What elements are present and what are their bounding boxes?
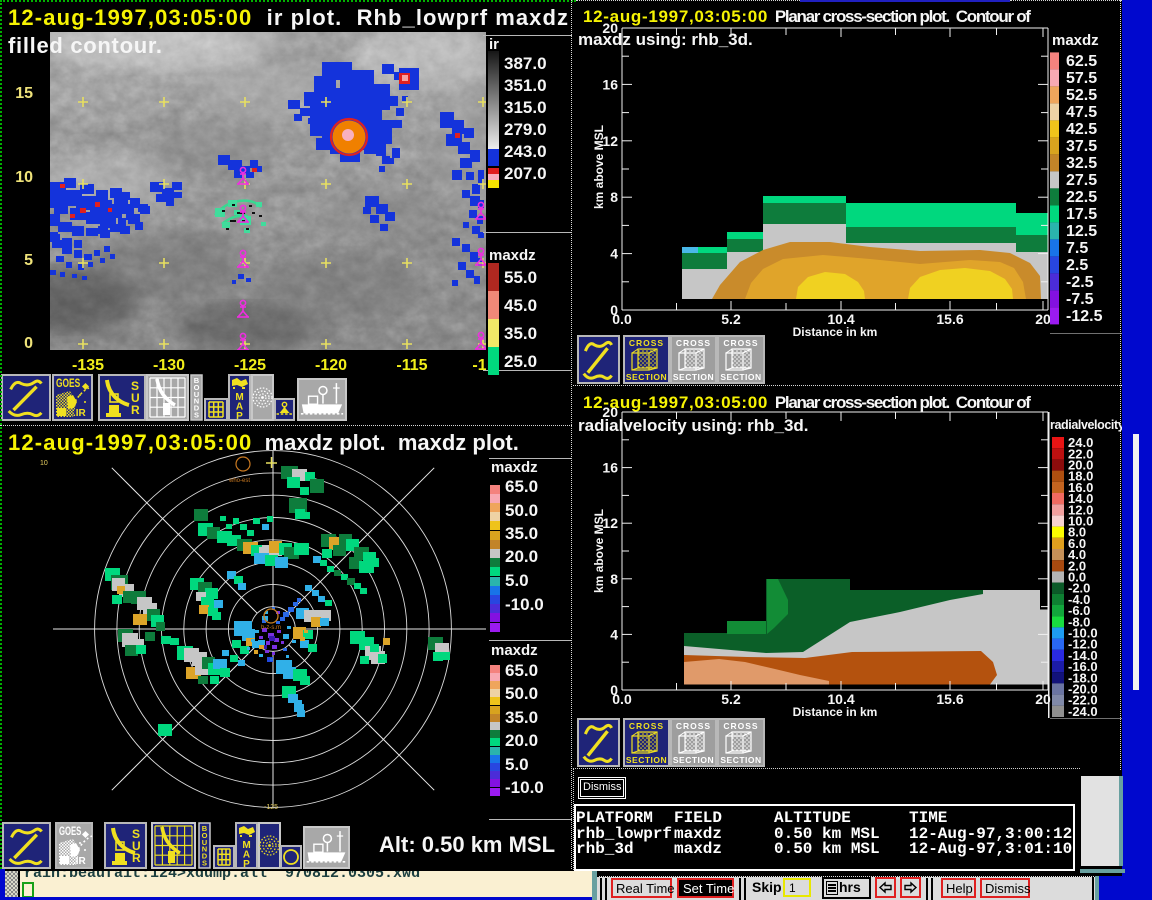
svg-text:57.5: 57.5 bbox=[1066, 70, 1097, 87]
svg-text:Distance in km: Distance in km bbox=[793, 325, 878, 339]
svg-text:-125: -125 bbox=[264, 804, 278, 811]
svg-text:CROSS: CROSS bbox=[629, 338, 664, 348]
svg-text:8: 8 bbox=[610, 571, 618, 587]
svg-text:CROSS: CROSS bbox=[676, 721, 711, 731]
svg-text:R: R bbox=[132, 851, 141, 865]
svg-text:CROSS: CROSS bbox=[676, 338, 711, 348]
svg-text:S: S bbox=[194, 411, 199, 420]
svg-text:SECTION: SECTION bbox=[673, 755, 714, 765]
svg-text:.IR: .IR bbox=[73, 856, 87, 867]
svg-text:4: 4 bbox=[610, 246, 618, 262]
svg-text:radialvelocity: radialvelocity bbox=[1050, 418, 1122, 432]
svg-text:42.5: 42.5 bbox=[1066, 121, 1097, 138]
svg-text:SECTION: SECTION bbox=[720, 755, 761, 765]
svg-text:km above MSL: km above MSL bbox=[592, 125, 606, 209]
svg-text:4: 4 bbox=[610, 626, 618, 642]
svg-text:maxdz: maxdz bbox=[1052, 32, 1099, 49]
svg-text:who-est: who-est bbox=[228, 478, 250, 484]
svg-text:SECTION: SECTION bbox=[720, 372, 761, 382]
svg-text:5.2: 5.2 bbox=[721, 311, 741, 327]
svg-text:-7.5: -7.5 bbox=[1066, 291, 1094, 308]
svg-text:7.5: 7.5 bbox=[1066, 240, 1088, 257]
svg-text:P: P bbox=[236, 411, 243, 422]
svg-text:27.5: 27.5 bbox=[1066, 172, 1097, 189]
svg-text:GOES: GOES bbox=[56, 376, 80, 390]
svg-text:16: 16 bbox=[602, 460, 618, 476]
svg-text:0.0: 0.0 bbox=[612, 691, 632, 707]
svg-text:SECTION: SECTION bbox=[626, 372, 667, 382]
svg-text:CROSS: CROSS bbox=[723, 721, 758, 731]
svg-text:15.6: 15.6 bbox=[936, 311, 963, 327]
svg-text:P: P bbox=[243, 859, 250, 869]
svg-text:SECTION: SECTION bbox=[673, 372, 714, 382]
svg-text:52.5: 52.5 bbox=[1066, 87, 1097, 104]
svg-text:SECTION: SECTION bbox=[626, 755, 667, 765]
svg-text:km above MSL: km above MSL bbox=[592, 509, 606, 593]
svg-text:0.0: 0.0 bbox=[612, 311, 632, 327]
svg-text:S: S bbox=[202, 859, 207, 868]
svg-text:16: 16 bbox=[602, 76, 618, 92]
svg-text:b-z-s.m: b-z-s.m bbox=[261, 625, 281, 631]
svg-text:-24.0: -24.0 bbox=[1068, 704, 1098, 719]
svg-text:-12.5: -12.5 bbox=[1066, 308, 1103, 325]
svg-text:47.5: 47.5 bbox=[1066, 104, 1097, 121]
svg-text:.IR: .IR bbox=[73, 408, 87, 419]
svg-text:37.5: 37.5 bbox=[1066, 138, 1097, 155]
svg-text:12.5: 12.5 bbox=[1066, 223, 1097, 240]
svg-text:R: R bbox=[131, 403, 140, 417]
svg-text:22.5: 22.5 bbox=[1066, 189, 1097, 206]
svg-text:-2.5: -2.5 bbox=[1066, 274, 1094, 291]
svg-text:20: 20 bbox=[1035, 311, 1051, 327]
svg-text:17.5: 17.5 bbox=[1066, 206, 1097, 223]
svg-text:32.5: 32.5 bbox=[1066, 155, 1097, 172]
svg-text:CROSS: CROSS bbox=[629, 721, 664, 731]
svg-text:8: 8 bbox=[610, 189, 618, 205]
svg-text:5.2: 5.2 bbox=[721, 691, 741, 707]
svg-text:2.5: 2.5 bbox=[1066, 257, 1088, 274]
svg-text:Distance in km: Distance in km bbox=[793, 705, 878, 719]
svg-text:62.5: 62.5 bbox=[1066, 53, 1097, 70]
svg-text:15.6: 15.6 bbox=[936, 691, 963, 707]
svg-text:CROSS: CROSS bbox=[723, 338, 758, 348]
svg-text:10: 10 bbox=[40, 460, 48, 467]
svg-text:GOES: GOES bbox=[59, 824, 81, 838]
